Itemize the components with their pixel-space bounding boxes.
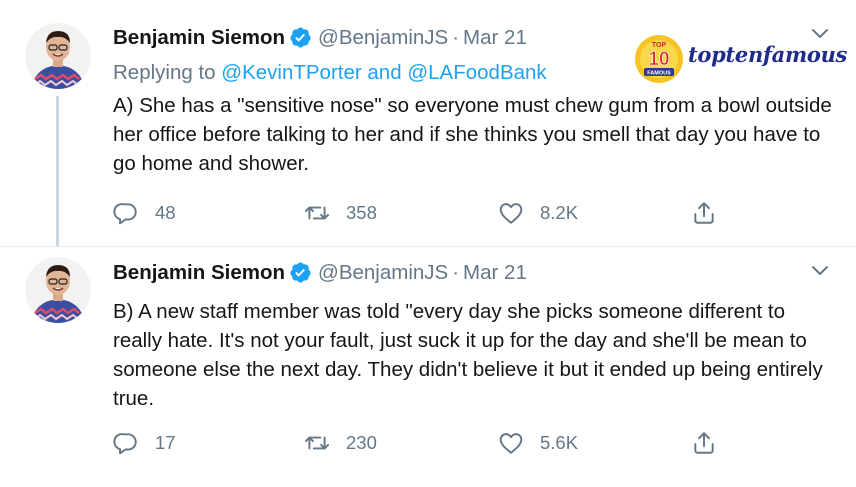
reply-count: 48 [155, 202, 176, 223]
tweet[interactable]: Benjamin Siemon @BenjaminJS · Mar 21 B) A n… [0, 247, 856, 487]
heart-icon [499, 433, 523, 454]
tweet-actions: 17 230 5.6K [113, 430, 733, 456]
tweet-header: Benjamin Siemon @BenjaminJS · Mar 21 [113, 261, 527, 289]
share-button[interactable] [691, 430, 733, 456]
chevron-down-icon[interactable] [810, 264, 830, 278]
watermark-logo: TOP 10 FAMOUS toptenfamous [632, 32, 848, 86]
tweet-text: B) A new staff member was told "every da… [113, 300, 823, 410]
badge-bottom-text: FAMOUS [647, 71, 671, 77]
verified-badge-icon [290, 26, 311, 48]
tweet-date[interactable]: Mar 21 [463, 26, 527, 49]
reply-icon [113, 203, 137, 225]
retweet-button[interactable]: 230 [304, 430, 377, 456]
retweet-count: 358 [346, 202, 377, 223]
author-name[interactable]: Benjamin Siemon [113, 26, 285, 49]
like-count: 8.2K [540, 202, 579, 223]
badge-top-text: TOP [652, 42, 667, 49]
avatar[interactable] [25, 257, 91, 323]
retweet-count: 230 [346, 432, 377, 453]
avatar[interactable] [25, 23, 91, 89]
mention-link[interactable]: @KevinTPorter [221, 61, 361, 84]
share-icon [694, 432, 714, 454]
separator-dot: · [452, 261, 460, 284]
share-icon [694, 202, 714, 224]
author-handle[interactable]: @BenjaminJS [318, 26, 448, 49]
badge-number-text: 10 [648, 49, 669, 70]
retweet-icon [304, 436, 330, 450]
separator-dot: · [452, 26, 460, 49]
share-button[interactable] [691, 200, 733, 226]
replying-to: Replying to @KevinTPorter and @LAFoodBan… [113, 61, 547, 85]
avatar-image [25, 257, 91, 323]
heart-icon [499, 203, 523, 224]
like-count: 5.6K [540, 432, 579, 453]
tweet-actions: 48 358 8.2K [113, 200, 733, 226]
reply-button[interactable]: 17 [113, 430, 176, 456]
reply-count: 17 [155, 432, 176, 453]
reply-icon [113, 433, 137, 455]
tweet-text: A) She has a "sensitive nose" so everyon… [113, 94, 832, 175]
retweet-button[interactable]: 358 [304, 200, 377, 226]
author-name[interactable]: Benjamin Siemon [113, 261, 285, 284]
reply-button[interactable]: 48 [113, 200, 176, 226]
retweet-icon [304, 206, 330, 220]
like-button[interactable]: 8.2K [498, 200, 578, 226]
thread-line [56, 96, 59, 246]
replying-to-label: Replying to [113, 61, 216, 84]
avatar-image [25, 23, 91, 89]
replying-and[interactable]: and [367, 61, 401, 84]
top10-badge-icon: TOP 10 FAMOUS [635, 35, 683, 83]
like-button[interactable]: 5.6K [498, 430, 578, 456]
verified-badge-icon [290, 261, 311, 283]
brand-name: toptenfamous [688, 42, 848, 67]
tweet-date[interactable]: Mar 21 [463, 261, 527, 284]
tweet-header: Benjamin Siemon @BenjaminJS · Mar 21 [113, 26, 527, 54]
mention-link[interactable]: @LAFoodBank [407, 61, 546, 84]
author-handle[interactable]: @BenjaminJS [318, 261, 448, 284]
